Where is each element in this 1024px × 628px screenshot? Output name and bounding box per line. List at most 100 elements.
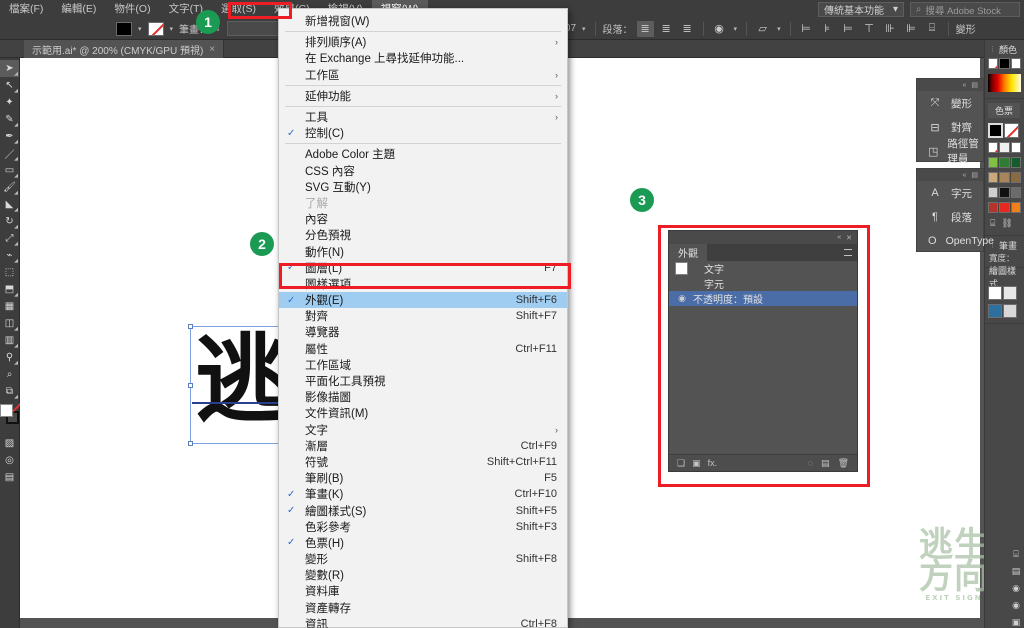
swatch[interactable] xyxy=(1010,187,1021,198)
swatch[interactable] xyxy=(1010,202,1021,213)
align-objects-right-icon[interactable]: ⊨ xyxy=(840,21,857,37)
graphic-style-thumb[interactable] xyxy=(1003,304,1017,318)
menu-option-27[interactable]: 筆刷(B) F5 xyxy=(279,470,567,486)
menu-option-3[interactable]: 工作區 › xyxy=(279,67,567,83)
selection-handle[interactable] xyxy=(188,383,193,388)
menu-option-4[interactable]: 延伸功能 › xyxy=(279,88,567,104)
menu-option-35[interactable]: 資產轉存 xyxy=(279,600,567,616)
transform-label[interactable]: 變形 xyxy=(956,21,976,36)
edit-toolbar-icon[interactable]: ▤ xyxy=(0,469,19,486)
fx-icon[interactable]: fx. xyxy=(708,458,718,468)
graphic-style-thumb[interactable] xyxy=(1003,286,1017,300)
align-right-icon[interactable]: ≣ xyxy=(679,21,696,37)
menu-option-5[interactable]: 工具 › xyxy=(279,109,567,125)
menu-option-13[interactable]: 動作(N) xyxy=(279,243,567,259)
graphic-style-thumb[interactable] xyxy=(988,286,1002,300)
swatch[interactable] xyxy=(1010,172,1021,183)
menu-option-29[interactable]: ✓ 繪圖樣式(S) Shift+F5 xyxy=(279,502,567,518)
fill-swatch[interactable] xyxy=(675,262,688,275)
chevron-down-icon[interactable]: ▾ xyxy=(775,25,783,33)
close-icon[interactable]: × xyxy=(209,44,215,55)
swatch[interactable] xyxy=(988,172,999,183)
line-tool[interactable]: ／ ◢ xyxy=(0,145,19,162)
none-color-icon[interactable]: ▨ xyxy=(0,435,19,452)
swatch[interactable] xyxy=(1010,157,1021,168)
column-graph-tool[interactable]: ▥ ◢ xyxy=(0,332,19,349)
layers-icon[interactable]: ▤ xyxy=(1008,563,1024,580)
swatch[interactable] xyxy=(988,157,999,168)
align-objects-center-icon[interactable]: ⊧ xyxy=(819,21,836,37)
align-objects-left-icon[interactable]: ⊨ xyxy=(798,21,815,37)
chevron-down-icon[interactable]: ▾ xyxy=(732,25,740,33)
menu-option-28[interactable]: ✓ 筆畫(K) Ctrl+F10 xyxy=(279,486,567,502)
direct-selection-tool[interactable]: ↖ ◢ xyxy=(0,77,19,94)
eraser-tool[interactable]: ◣ ◢ xyxy=(0,196,19,213)
appearance-panel[interactable]: « ✕ 外觀 文字 字元 ◉ 不透明度：預設 ❑ ▣ fx. ◌ ▤ 🗑 xyxy=(668,230,858,472)
width-tool[interactable]: ⌁ ◢ xyxy=(0,247,19,264)
menu-option-0[interactable]: 新增視窗(W) xyxy=(279,13,567,29)
eye-icon[interactable]: ◉ xyxy=(673,293,691,304)
collapse-icon[interactable]: « xyxy=(837,234,841,241)
window-dropdown-menu[interactable]: 新增視窗(W) 排列順序(A) › 在 Exchange 上尋找延伸功能... 工作區 ›… xyxy=(278,8,568,628)
swatch[interactable] xyxy=(999,187,1010,198)
swatch[interactable] xyxy=(999,202,1010,213)
menu-option-19[interactable]: 屬性 Ctrl+F11 xyxy=(279,341,567,357)
menu-option-22[interactable]: 影像描圖 xyxy=(279,389,567,405)
font-size-dropdown-icon[interactable]: ▾ xyxy=(580,25,588,33)
color-spectrum-bar[interactable] xyxy=(988,74,1021,92)
fill-stroke-indicator[interactable] xyxy=(0,401,24,433)
menu-option-9[interactable]: SVG 互動(Y) xyxy=(279,179,567,195)
menu-option-14[interactable]: ✓ 圖層(L) F7 xyxy=(279,260,567,276)
align-left-icon[interactable]: ≣ xyxy=(636,20,654,37)
artboard-tool[interactable]: ⧉ ◢ xyxy=(0,383,19,400)
fill-swatch[interactable] xyxy=(988,123,1003,138)
menu-option-16[interactable]: ✓ 外觀(E) Shift+F6 xyxy=(279,292,567,309)
rectangle-tool[interactable]: ▭ ◢ xyxy=(0,162,19,179)
fill-color-swatch[interactable] xyxy=(116,21,132,36)
zoom-tool[interactable]: ⌕ xyxy=(0,366,19,383)
mesh-tool[interactable]: ◫ ◢ xyxy=(0,315,19,332)
clear-icon[interactable]: ◌ xyxy=(808,458,813,469)
fill-dropdown-icon[interactable]: ▾ xyxy=(136,25,144,33)
panel-item-pathfinder[interactable]: ◳ 路徑管理員 xyxy=(917,138,983,165)
menu-option-8[interactable]: CSS 內容 xyxy=(279,163,567,179)
menu-item-edit[interactable]: 編輯(E) xyxy=(52,0,105,18)
appearance-row-character[interactable]: 字元 xyxy=(669,276,857,291)
menu-option-6[interactable]: ✓ 控制(C) xyxy=(279,125,567,141)
selection-handle[interactable] xyxy=(188,324,193,329)
workspace-selector[interactable]: 傳統基本功能 ▾ xyxy=(818,2,904,17)
menu-option-21[interactable]: 平面化工具預視 xyxy=(279,373,567,389)
menu-option-25[interactable]: 漸層 Ctrl+F9 xyxy=(279,438,567,454)
delete-icon[interactable]: 🗑 xyxy=(838,458,849,469)
menu-option-26[interactable]: 符號 Shift+Ctrl+F11 xyxy=(279,454,567,470)
swatch[interactable] xyxy=(999,157,1010,168)
distribute-icon[interactable]: ⊪ xyxy=(882,21,899,37)
swatches-tab[interactable]: 色票 xyxy=(988,103,1021,118)
swatch[interactable] xyxy=(1010,142,1021,153)
menu-option-15[interactable]: 圖樣選項 xyxy=(279,276,567,292)
collapse-icon[interactable]: « xyxy=(962,172,966,179)
menu-option-32[interactable]: 變形 Shift+F8 xyxy=(279,551,567,567)
selection-handle[interactable] xyxy=(188,441,193,446)
appearance-row-opacity[interactable]: ◉ 不透明度：預設 xyxy=(669,291,857,306)
menu-option-1[interactable]: 排列順序(A) › xyxy=(279,34,567,50)
symbols-icon[interactable]: ⌸ xyxy=(1008,546,1024,563)
menu-item-file[interactable]: 檔案(F) xyxy=(0,0,52,18)
shape-builder-tool[interactable]: ⬒ ◢ xyxy=(0,281,19,298)
link-swatch-icon[interactable]: ⛓ xyxy=(1001,218,1012,229)
menu-item-object[interactable]: 物件(O) xyxy=(105,0,159,18)
stroke-dropdown-icon[interactable]: ▾ xyxy=(168,25,176,33)
graphic-styles-header[interactable]: 繪圖樣式 xyxy=(985,266,1024,289)
menu-option-17[interactable]: 對齊 Shift+F7 xyxy=(279,308,567,324)
panel-item-transform[interactable]: ⤧ 變形 xyxy=(917,91,983,115)
rotate-tool[interactable]: ↻ ◢ xyxy=(0,213,19,230)
visibility-icon[interactable]: ◉ xyxy=(1008,597,1024,614)
stroke-color-swatch[interactable] xyxy=(147,21,164,36)
pen-tool[interactable]: ✒ ◢ xyxy=(0,128,19,145)
distribute-spacing-icon[interactable]: ⊫ xyxy=(903,21,920,37)
swatch[interactable] xyxy=(988,202,999,213)
align-center-icon[interactable]: ≣ xyxy=(658,21,675,37)
selection-tool[interactable]: ➤ ◢ xyxy=(0,60,19,77)
stroke-swatch[interactable] xyxy=(1004,123,1019,138)
menu-option-20[interactable]: 工作區域 xyxy=(279,357,567,373)
